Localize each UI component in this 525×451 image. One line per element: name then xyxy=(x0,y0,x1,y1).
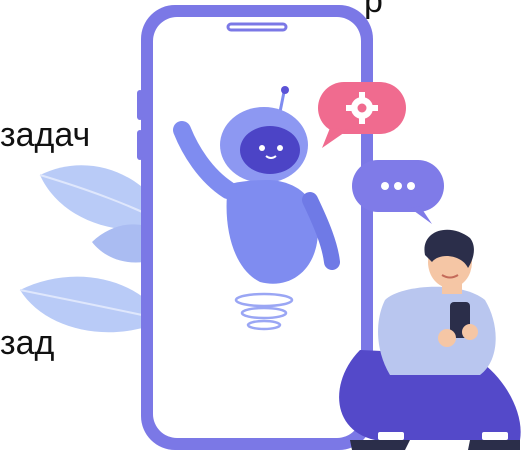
illustration-scene xyxy=(19,5,521,450)
illustration-canvas: р задач зад xyxy=(0,0,525,451)
